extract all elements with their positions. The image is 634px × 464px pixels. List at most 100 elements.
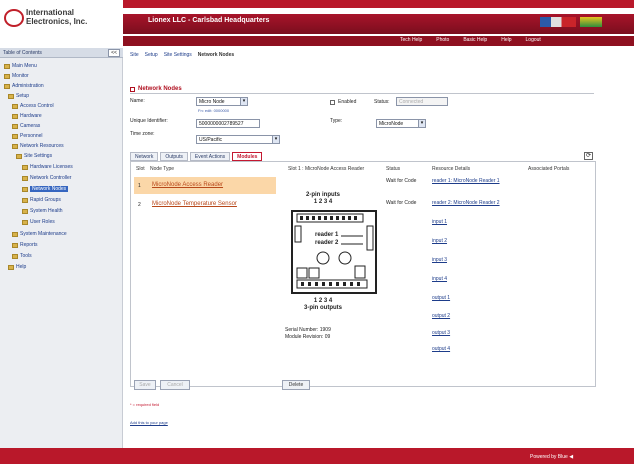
folder-icon (16, 153, 22, 159)
sidebar-item-label: Help (16, 264, 27, 270)
sidebar-item-label: System Health (30, 208, 63, 214)
sidebar-item-monitor[interactable]: Monitor (4, 72, 29, 80)
tab-outputs[interactable]: Outputs (160, 152, 188, 161)
folder-icon (4, 73, 10, 79)
chevron-down-icon: ▾ (272, 136, 279, 143)
sidebar-item-label: Tools (20, 253, 32, 259)
node-type-link[interactable]: MicroNode Access Reader (152, 182, 223, 188)
tab-event-actions[interactable]: Event Actions (189, 152, 231, 161)
delete-button[interactable]: Delete (282, 380, 310, 390)
folder-icon (12, 113, 18, 119)
folder-icon (12, 103, 18, 109)
reader2-label: reader 2 (315, 240, 339, 246)
sidebar-collapse-button[interactable]: << (108, 49, 120, 57)
resource-link[interactable]: input 3 (432, 257, 447, 263)
sidebar-item-user-roles[interactable]: User Roles (22, 218, 55, 226)
sidebar-item-label: Personnel (20, 133, 43, 139)
resource-link[interactable]: input 2 (432, 238, 447, 244)
header-link-logout[interactable]: Logout (526, 37, 541, 47)
node-type-link[interactable]: MicroNode Temperature Sensor (152, 201, 237, 207)
page-icon (22, 219, 28, 225)
name-field[interactable]: Micro Node ▾ (196, 97, 248, 106)
region-flag-icon[interactable] (580, 17, 602, 27)
breadcrumb-current: Network Nodes (197, 52, 235, 58)
footer-text: Powered by Blue ◀ (530, 454, 574, 460)
sidebar-item-label: Hardware (20, 113, 42, 119)
language-flag-icon[interactable] (540, 17, 576, 27)
sidebar-item-setup[interactable]: Setup (8, 92, 29, 100)
add-to-page-link[interactable]: Add this to your page (130, 420, 168, 425)
status-field: Connected (396, 97, 448, 106)
breadcrumb-site-settings[interactable]: Site Settings (164, 52, 192, 58)
sidebar-item-cameras[interactable]: Cameras (12, 122, 40, 130)
resource-link[interactable]: output 3 (432, 330, 450, 336)
tab-modules[interactable]: Modules (232, 152, 263, 161)
breadcrumb-site[interactable]: Site (130, 52, 139, 58)
resource-link[interactable]: reader 1: MicroNode Reader 1 (432, 178, 500, 184)
enabled-checkbox[interactable] (330, 100, 335, 105)
header-link-basic-help[interactable]: Basic Help (463, 37, 487, 47)
sidebar-item-system-maintenance[interactable]: System Maintenance (12, 230, 67, 238)
page-icon (22, 164, 28, 170)
resource-link[interactable]: input 4 (432, 276, 447, 282)
sidebar-item-label: Site Settings (24, 153, 53, 159)
sidebar-item-tools[interactable]: Tools (12, 252, 32, 260)
resource-link[interactable]: output 2 (432, 313, 450, 319)
column-header-slot-detail: Slot 1 : MicroNode Access Reader (288, 166, 365, 172)
resource-link[interactable]: output 1 (432, 295, 450, 301)
row-status: Wait for Code (386, 200, 417, 206)
required-note: * = required field (130, 402, 160, 407)
folder-icon (12, 231, 18, 237)
folder-icon (8, 264, 14, 270)
column-header-node-type: Node Type (150, 166, 175, 172)
enabled-label: Enabled (338, 99, 357, 105)
inputs-numbers: 1 2 3 4 (313, 199, 333, 205)
sidebar-item-network-resources[interactable]: Network Resources (12, 142, 64, 150)
folder-icon (8, 93, 14, 99)
refresh-icon[interactable]: ⟳ (584, 152, 593, 160)
sidebar-item-reports[interactable]: Reports (12, 241, 38, 249)
resource-link[interactable]: reader 2: MicroNode Reader 2 (432, 200, 500, 206)
sidebar-item-site-settings[interactable]: Site Settings (16, 152, 52, 160)
module-board-svg (294, 213, 374, 289)
unique-identifier-field[interactable]: 5000000002789527 (196, 119, 260, 128)
tab-bar: Network Outputs Event Actions Modules (130, 152, 263, 161)
column-header-resource-details: Resource Details (432, 166, 471, 172)
nav-strip (123, 36, 634, 46)
type-select[interactable]: MicroNode ▾ (376, 119, 426, 128)
inputs-title: 2-pin inputs (306, 192, 340, 198)
resource-link[interactable]: input 1 (432, 219, 447, 225)
timezone-select[interactable]: US/Pacific ▾ (196, 135, 280, 144)
sidebar-item-network-controller[interactable]: Network Controller (22, 174, 71, 182)
sidebar-item-help[interactable]: Help (8, 263, 26, 271)
logo-line2: Electronics, Inc. (26, 17, 88, 26)
sidebar-item-rapid-groups[interactable]: Rapid Groups (22, 196, 61, 204)
header-link-help[interactable]: Help (501, 37, 511, 47)
sidebar-item-label: Main Menu (12, 63, 37, 69)
tab-network[interactable]: Network (130, 152, 159, 161)
sidebar-item-access-control[interactable]: Access Control (12, 102, 54, 110)
outputs-numbers: 1 2 3 4 (313, 298, 333, 304)
column-header-slot: Slot (136, 166, 145, 172)
sidebar-heading: Table of Contents (0, 48, 123, 58)
sidebar-item-label: System Maintenance (20, 231, 67, 237)
breadcrumb-setup[interactable]: Setup (145, 52, 158, 58)
sidebar-item-main-menu[interactable]: Main Menu (4, 62, 37, 70)
sidebar-item-network-nodes[interactable]: Network Nodes (22, 185, 69, 193)
sidebar-item-personnel[interactable]: Personnel (12, 132, 43, 140)
collapse-section-icon[interactable] (130, 86, 135, 92)
header-link-photo[interactable]: Photo (436, 37, 449, 47)
column-header-associated-portals: Associated Portals (528, 166, 570, 172)
type-value: MicroNode (379, 121, 404, 127)
header-link-tech-help[interactable]: Tech Help (400, 37, 422, 47)
save-button[interactable]: Save (134, 380, 156, 390)
sidebar-item-system-health[interactable]: System Health (22, 207, 63, 215)
sidebar-item-label: Reports (20, 242, 38, 248)
sidebar-item-hardware-licenses[interactable]: Hardware Licenses (22, 163, 73, 171)
folder-icon (12, 133, 18, 139)
sidebar-item-hardware[interactable]: Hardware (12, 112, 42, 120)
sidebar-item-administration[interactable]: Administration (4, 82, 44, 90)
row-status: Wait for Code (386, 178, 417, 184)
resource-link[interactable]: output 4 (432, 346, 450, 352)
cancel-button[interactable]: Cancel (160, 380, 190, 390)
